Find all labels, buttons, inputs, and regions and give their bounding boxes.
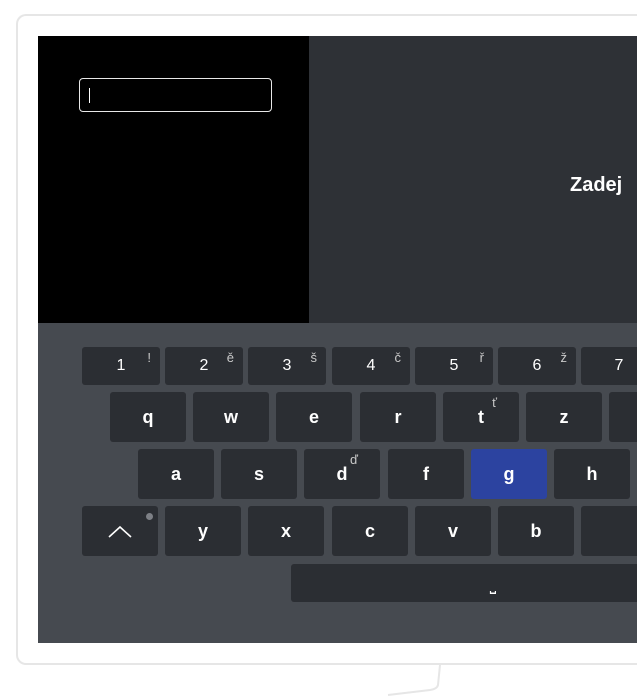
key-label: g	[503, 464, 515, 484]
key-label: b	[530, 521, 542, 541]
key-label: a	[170, 464, 181, 484]
key-alt: š	[310, 350, 318, 365]
key-label: t	[478, 407, 484, 427]
key-b[interactable]: b	[498, 506, 574, 556]
key-h[interactable]: h	[554, 449, 630, 499]
key-e[interactable]: e	[276, 392, 352, 442]
key-1[interactable]: 1 !	[82, 347, 160, 385]
key-c[interactable]: c	[332, 506, 408, 556]
key-partial-row2[interactable]	[609, 392, 637, 442]
key-y[interactable]: y	[165, 506, 241, 556]
key-label: e	[308, 407, 319, 427]
key-label: c	[364, 521, 375, 541]
shift-key[interactable]	[82, 506, 158, 556]
key-r[interactable]: r	[360, 392, 436, 442]
key-z[interactable]: z	[526, 392, 602, 442]
key-alt: ť	[492, 395, 497, 410]
key-g[interactable]: g	[471, 449, 547, 499]
key-5[interactable]: 5 ř	[415, 347, 493, 385]
on-screen-keyboard: 1 ! 2 ě 3 š 4 č 5 ř 6 ž 7 q w e r t ť z …	[38, 323, 637, 643]
key-v[interactable]: v	[415, 506, 491, 556]
key-label: q	[142, 407, 154, 427]
key-label: h	[586, 464, 598, 484]
key-alt: ď	[350, 452, 358, 467]
key-7[interactable]: 7	[581, 347, 637, 385]
key-label: y	[197, 521, 208, 541]
search-input[interactable]	[79, 78, 272, 112]
text-caret	[89, 88, 90, 103]
key-label: x	[280, 521, 291, 541]
key-label: z	[559, 407, 569, 427]
key-alt: ř	[479, 350, 484, 365]
key-x[interactable]: x	[248, 506, 324, 556]
tv-screen: Zadej 1 ! 2 ě 3 š 4 č 5 ř 6 ž 7 q w e r …	[38, 36, 637, 643]
key-label: r	[394, 407, 402, 427]
space-icon: ⎵	[489, 577, 497, 594]
key-label: 7	[614, 357, 624, 374]
shift-indicator	[146, 513, 153, 520]
key-d[interactable]: d ď	[304, 449, 380, 499]
space-key[interactable]: ⎵	[291, 564, 637, 602]
tv-stand	[387, 665, 441, 696]
key-label: v	[447, 521, 458, 541]
key-label: d	[336, 464, 348, 484]
key-w[interactable]: w	[193, 392, 269, 442]
key-label: f	[423, 464, 429, 484]
key-alt: !	[147, 350, 151, 365]
key-alt: ž	[560, 350, 568, 365]
key-s[interactable]: s	[221, 449, 297, 499]
key-label: s	[253, 464, 264, 484]
key-4[interactable]: 4 č	[332, 347, 410, 385]
key-q[interactable]: q	[110, 392, 186, 442]
prompt-text: Zadej	[570, 174, 623, 196]
key-3[interactable]: 3 š	[248, 347, 326, 385]
key-alt: č	[394, 350, 402, 365]
key-6[interactable]: 6 ž	[498, 347, 576, 385]
key-alt: ě	[226, 350, 234, 365]
key-a[interactable]: a	[138, 449, 214, 499]
key-2[interactable]: 2 ě	[165, 347, 243, 385]
key-label: w	[223, 407, 238, 427]
key-n[interactable]: n	[581, 506, 637, 556]
key-t[interactable]: t ť	[443, 392, 519, 442]
video-preview	[38, 36, 309, 323]
key-f[interactable]: f	[388, 449, 464, 499]
